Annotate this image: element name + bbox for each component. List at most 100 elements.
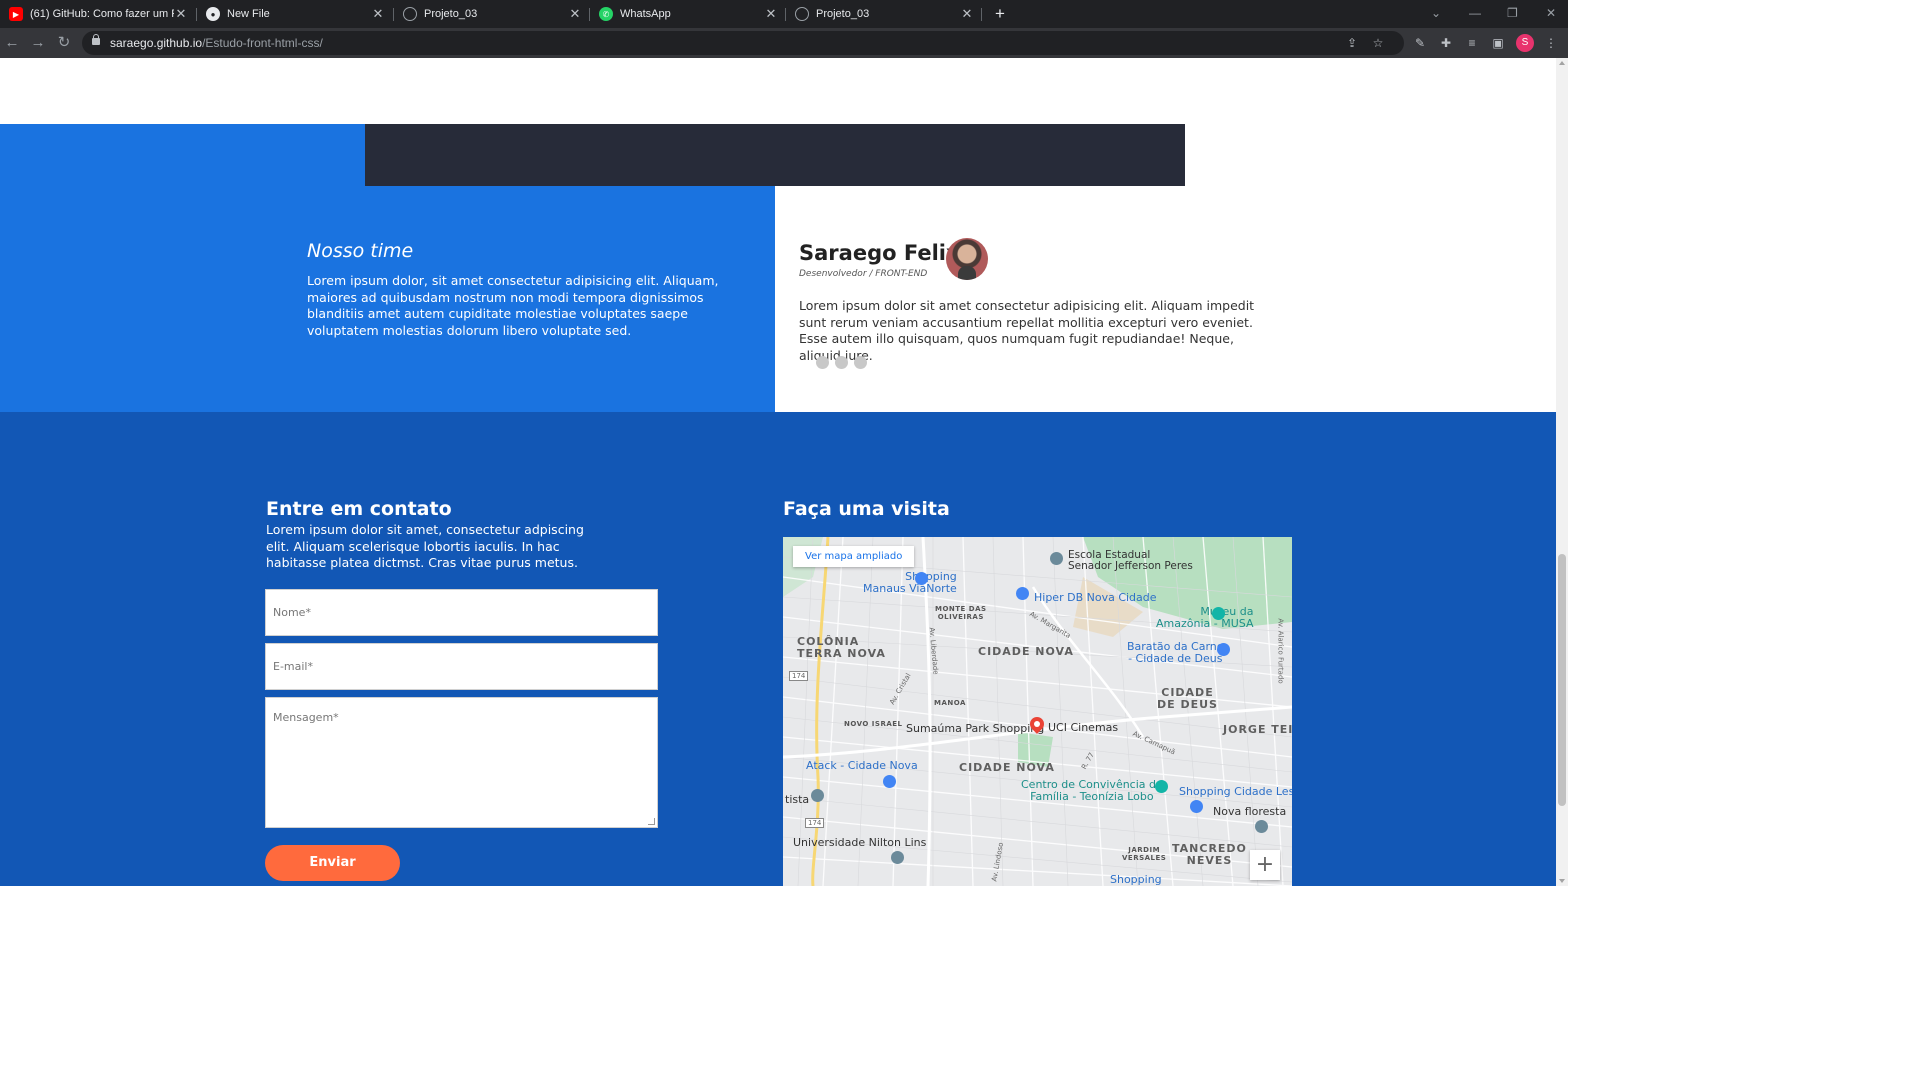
browser-tab-bar: ▶ (61) GitHub: Como fazer um REA ✕ ● New… xyxy=(0,0,1568,28)
new-tab-icon[interactable]: + xyxy=(990,4,1010,24)
reload-icon[interactable]: ↻ xyxy=(54,33,74,53)
bookmark-star-icon[interactable]: ☆ xyxy=(1370,35,1386,51)
browser-tab[interactable]: Projeto_03 ✕ xyxy=(394,0,590,28)
page-viewport: Nosso time Lorem ipsum dolor, sit amet c… xyxy=(0,58,1556,886)
tab-title: Projeto_03 xyxy=(816,8,870,20)
store-pin-icon[interactable] xyxy=(1217,643,1230,656)
tab-title: New File xyxy=(227,8,270,20)
menu-kebab-icon[interactable]: ⋮ xyxy=(1543,35,1559,51)
dark-banner-bar xyxy=(365,124,1185,186)
youtube-icon: ▶ xyxy=(9,7,23,21)
close-icon[interactable]: ✕ xyxy=(174,6,188,22)
email-input[interactable] xyxy=(266,644,657,689)
carousel-dot[interactable] xyxy=(835,356,848,369)
member-testimonial: Lorem ipsum dolor sit amet consectetur a… xyxy=(799,298,1255,363)
extensions-puzzle-icon[interactable]: ✚ xyxy=(1438,35,1454,51)
map-label-school: Escola Estadual Senador Jefferson Peres xyxy=(1068,549,1193,572)
map-label-novo-israel: NOVO ISRAEL xyxy=(844,720,903,728)
museum-pin-icon[interactable] xyxy=(1212,607,1225,620)
map-label-nova-floresta: Nova floresta xyxy=(1213,805,1287,818)
shopping-pin-icon[interactable] xyxy=(1190,800,1203,813)
message-textarea[interactable] xyxy=(266,698,657,827)
team-title: Nosso time xyxy=(307,240,414,262)
close-icon[interactable]: ✕ xyxy=(371,6,385,22)
university-pin-icon[interactable] xyxy=(891,851,904,864)
resize-grip-icon[interactable] xyxy=(648,818,655,825)
map-label-cidade-nova-bottom: CIDADE NOVA xyxy=(959,761,1055,774)
store-pin-icon[interactable] xyxy=(1016,587,1029,600)
whatsapp-icon: ✆ xyxy=(599,7,613,21)
contact-section: Entre em contato Lorem ipsum dolor sit a… xyxy=(0,412,1556,886)
contact-description: Lorem ipsum dolor sit amet, consectetur … xyxy=(266,522,584,570)
map-label-colonia-terra-nova: COLÔNIA TERRA NOVA xyxy=(797,635,886,660)
map-label-shopping-via-norte: Shopping Manaus ViaNorte xyxy=(863,570,957,595)
map-label-baratao-da-carne: Baratão da Carne - Cidade de Deus xyxy=(1127,640,1224,665)
map-zoom-in-button[interactable]: + xyxy=(1250,850,1280,880)
tab-title: (61) GitHub: Como fazer um REA xyxy=(30,8,174,20)
close-icon[interactable]: ✕ xyxy=(764,6,778,22)
forward-icon[interactable]: → xyxy=(28,33,48,53)
browser-tab[interactable]: Projeto_03 ✕ xyxy=(786,0,982,28)
store-pin-icon[interactable] xyxy=(883,775,896,788)
scrollbar-thumb[interactable] xyxy=(1558,554,1566,806)
address-bar[interactable]: saraego.github.io/Estudo-front-html-css/… xyxy=(82,31,1404,55)
back-icon[interactable]: ← xyxy=(2,33,22,53)
carousel-dots xyxy=(816,356,867,369)
minimize-icon[interactable]: — xyxy=(1469,6,1481,20)
globe-icon xyxy=(403,7,417,21)
reading-list-icon[interactable]: ≡ xyxy=(1464,35,1480,51)
map-label-cidade-de-deus: CIDADE DE DEUS xyxy=(1157,686,1218,711)
share-icon[interactable]: ⇪ xyxy=(1344,35,1360,51)
carousel-dot[interactable] xyxy=(816,356,829,369)
url-path: /Estudo-front-html-css/ xyxy=(202,36,323,50)
carousel-dot[interactable] xyxy=(854,356,867,369)
close-icon[interactable]: ✕ xyxy=(568,6,582,22)
name-field[interactable] xyxy=(265,589,658,636)
tab-search-icon[interactable]: ⌄ xyxy=(1431,6,1441,20)
view-larger-map-link[interactable]: Ver mapa ampliado xyxy=(793,546,915,567)
profile-avatar[interactable]: S xyxy=(1516,34,1534,52)
map-label-sumauma: Sumaúma Park Shopping xyxy=(906,722,1045,735)
map-label-cidade-nova: CIDADE NOVA xyxy=(978,645,1074,658)
message-field[interactable] xyxy=(265,697,658,828)
side-panel-icon[interactable]: ▣ xyxy=(1490,35,1506,51)
map-label-manoa: MANOA xyxy=(934,699,966,707)
map-label-monte-das-oliveiras: MONTE DAS OLIVEIRAS xyxy=(935,605,987,621)
globe-icon xyxy=(795,7,809,21)
shopping-pin-icon[interactable] xyxy=(915,572,928,585)
map-label-jorge-teixeira: JORGE TEI xyxy=(1223,723,1292,736)
restore-icon[interactable]: ❐ xyxy=(1507,6,1518,20)
map-label-shopping-cidade-leste: Shopping Cidade Lest xyxy=(1179,785,1292,798)
scroll-up-arrow-icon[interactable] xyxy=(1559,61,1565,65)
email-field[interactable] xyxy=(265,643,658,690)
team-description: Lorem ipsum dolor, sit amet consectetur … xyxy=(307,273,719,338)
browser-tab[interactable]: ✆ WhatsApp ✕ xyxy=(590,0,786,28)
map-label-tancredo-neves: TANCREDO NEVES xyxy=(1172,842,1247,867)
map-label-universidade: Universidade Nilton Lins xyxy=(793,836,927,849)
browser-tab[interactable]: ● New File ✕ xyxy=(197,0,393,28)
browser-tab[interactable]: ▶ (61) GitHub: Como fazer um REA ✕ xyxy=(0,0,196,28)
team-section: Nosso time Lorem ipsum dolor, sit amet c… xyxy=(0,124,1556,412)
member-name: Saraego Felix xyxy=(799,241,960,265)
map-label-museu: Museu da Amazônia - MUSA xyxy=(1156,605,1254,630)
contact-title: Entre em contato xyxy=(266,498,452,520)
send-button[interactable]: Enviar xyxy=(265,845,400,881)
url-text: saraego.github.io/Estudo-front-html-css/ xyxy=(110,36,323,50)
page-scrollbar[interactable] xyxy=(1556,58,1568,886)
embedded-map[interactable]: Ver mapa ampliado Escola Estadual Senado… xyxy=(783,537,1292,886)
extension-pen-icon[interactable]: ✎ xyxy=(1412,35,1428,51)
lock-icon xyxy=(92,34,100,45)
school-pin-icon[interactable] xyxy=(1050,552,1063,565)
visit-title: Faça uma visita xyxy=(783,498,950,520)
map-label-hiper-db: Hiper DB Nova Cidade xyxy=(1034,591,1157,604)
school-pin-icon[interactable] xyxy=(1255,820,1268,833)
map-label-centro-convivencia: Centro de Convivência da Família - Teoní… xyxy=(1021,778,1163,803)
church-pin-icon[interactable] xyxy=(811,789,824,802)
close-window-icon[interactable]: ✕ xyxy=(1546,6,1556,20)
browser-toolbar: ← → ↻ saraego.github.io/Estudo-front-htm… xyxy=(0,28,1568,58)
community-pin-icon[interactable] xyxy=(1155,780,1168,793)
map-label-jardim-versales: JARDIM VERSALES xyxy=(1122,846,1167,862)
close-icon[interactable]: ✕ xyxy=(960,6,974,22)
name-input[interactable] xyxy=(266,590,657,635)
scroll-down-arrow-icon[interactable] xyxy=(1559,879,1565,883)
